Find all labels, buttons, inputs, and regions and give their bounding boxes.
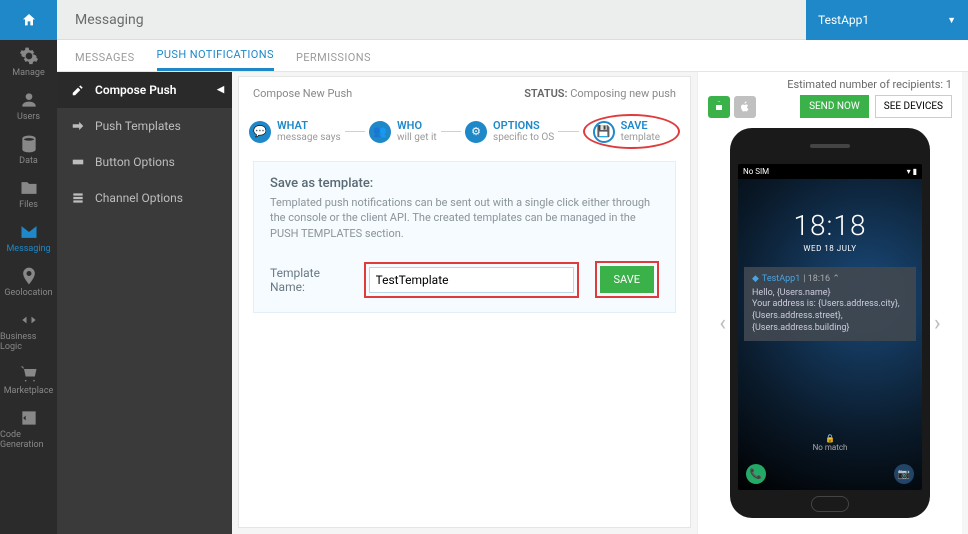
save-icon: 💾 (593, 121, 615, 143)
rail-users[interactable]: Users (0, 84, 57, 128)
lock-clock: 18:18 (738, 209, 922, 242)
save-template-panel: Save as template: Templated push notific… (253, 161, 676, 313)
tab-messages[interactable]: MESSAGES (75, 51, 135, 71)
home-button[interactable] (0, 0, 57, 40)
step-save[interactable]: 💾 SAVEtemplate (593, 120, 660, 143)
sidenav-button-options[interactable]: Button Options (57, 144, 232, 180)
android-toggle[interactable] (708, 96, 730, 118)
prev-device-button[interactable]: ‹ (719, 311, 726, 336)
send-now-button[interactable]: SEND NOW (800, 95, 869, 118)
share-icon (71, 119, 85, 133)
rail-business-logic[interactable]: Business Logic (0, 304, 57, 358)
preview-pane: Estimated number of recipients: 1 SEND N… (697, 72, 962, 534)
step-options[interactable]: ⚙ OPTIONSspecific to OS (465, 120, 554, 143)
wizard-steps: 💬 WHATmessage says 👥 WHOwill get it ⚙ OP… (239, 110, 690, 161)
compose-icon (71, 83, 85, 97)
save-button[interactable]: SAVE (600, 266, 655, 293)
side-nav: Compose Push Push Templates Button Optio… (57, 72, 232, 534)
apple-icon (739, 101, 751, 113)
step-who[interactable]: 👥 WHOwill get it (369, 120, 437, 143)
phone-camera-icon: 📷 (894, 464, 914, 484)
device-mock: No SIM ▾ ▮ 18:18 WED 18 JULY ◆TestApp1 | … (730, 128, 930, 518)
highlight-box-save: SAVE (595, 261, 660, 298)
page-title: Messaging (75, 12, 144, 28)
template-name-label: Template Name: (270, 266, 356, 294)
sidenav-push-templates[interactable]: Push Templates (57, 108, 232, 144)
breadcrumb: Compose New Push (253, 87, 352, 100)
step-what[interactable]: 💬 WHATmessage says (249, 120, 341, 143)
see-devices-button[interactable]: SEE DEVICES (875, 95, 952, 118)
panel-description: Templated push notifications can be sent… (270, 195, 659, 241)
recipients-label: Estimated number of recipients: 1 (708, 78, 952, 91)
rail-data[interactable]: Data (0, 128, 57, 172)
home-icon (21, 12, 37, 28)
lock-date: WED 18 JULY (738, 244, 922, 253)
rail-manage[interactable]: Manage (0, 40, 57, 84)
tab-push-notifications[interactable]: PUSH NOTIFICATIONS (157, 48, 274, 71)
phone-dialer-icon: 📞 (746, 464, 766, 484)
header-bar: Messaging TestApp1 ▼ (57, 0, 968, 40)
app-selector[interactable]: TestApp1 ▼ (806, 0, 968, 40)
status-icons: ▾ ▮ (907, 167, 917, 176)
next-device-button[interactable]: › (934, 311, 941, 336)
status-no-sim: No SIM (743, 167, 769, 176)
rail-marketplace[interactable]: Marketplace (0, 358, 57, 402)
panel-heading: Save as template: (270, 176, 659, 191)
android-icon (713, 101, 725, 113)
sidenav-channel-options[interactable]: Channel Options (57, 180, 232, 216)
rail-files[interactable]: Files (0, 172, 57, 216)
gear-icon: ⚙ (465, 121, 487, 143)
highlight-box-input (364, 262, 579, 298)
tabs: MESSAGES PUSH NOTIFICATIONS PERMISSIONS (57, 40, 968, 72)
rail-geolocation[interactable]: Geolocation (0, 260, 57, 304)
ios-toggle[interactable] (734, 96, 756, 118)
rail-code-generation[interactable]: Code Generation (0, 402, 57, 456)
caret-down-icon: ▼ (947, 15, 956, 26)
status-text: STATUS: Composing new push (524, 87, 676, 100)
template-name-input[interactable] (369, 267, 574, 293)
channel-icon (71, 191, 85, 205)
highlight-ring-save-step: 💾 SAVEtemplate (583, 114, 680, 149)
lock-indicator: 🔒No match (738, 434, 922, 452)
users-icon: 👥 (369, 121, 391, 143)
sidenav-compose-push[interactable]: Compose Push (57, 72, 232, 108)
left-rail: Manage Users Data Files Messaging Geoloc… (0, 0, 57, 534)
rail-messaging[interactable]: Messaging (0, 216, 57, 260)
chat-icon: 💬 (249, 121, 271, 143)
button-icon (71, 155, 85, 169)
notification-preview: ◆TestApp1 | 18:16 ⌃ Hello, {Users.name} … (744, 267, 916, 341)
compose-canvas: Compose New Push STATUS: Composing new p… (238, 76, 691, 528)
tab-permissions[interactable]: PERMISSIONS (296, 51, 371, 71)
